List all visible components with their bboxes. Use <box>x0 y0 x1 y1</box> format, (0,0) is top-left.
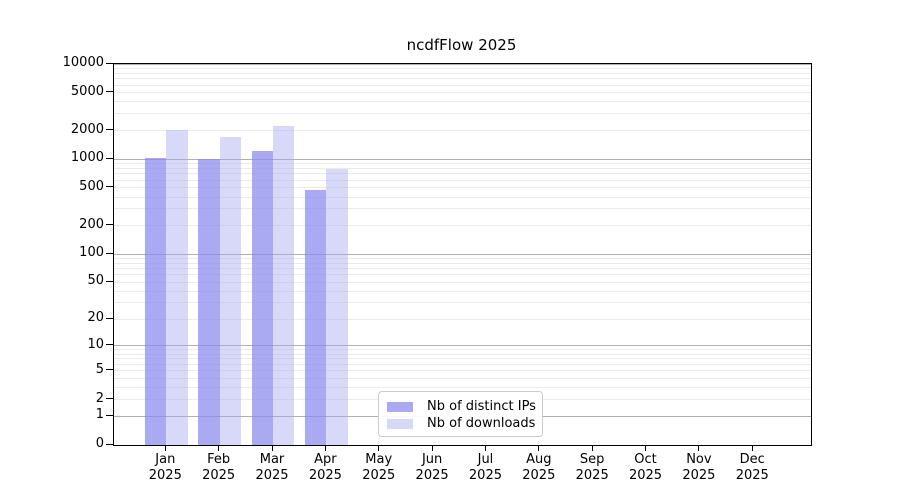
y-tick-label: 10000 <box>62 55 104 70</box>
x-tick-mark <box>431 445 433 451</box>
x-tick-mark <box>324 445 326 451</box>
y-tick-label: 2000 <box>70 121 104 137</box>
y-tick-mark <box>106 186 113 188</box>
legend-label-distinct-ips: Nb of distinct IPs <box>427 399 536 414</box>
bar-apr-downloads <box>326 169 348 445</box>
bar-apr-distinct-ips <box>305 189 327 445</box>
x-tick-mark <box>164 445 166 451</box>
y-tick-label: 0 <box>95 436 104 451</box>
y-tick-mark <box>106 280 113 282</box>
y-tick-mark <box>106 157 113 159</box>
y-tick-mark <box>106 317 113 319</box>
bar-mar-downloads <box>273 125 295 445</box>
y-tick-mark <box>106 252 113 254</box>
bar-feb-distinct-ips <box>198 159 220 445</box>
y-tick-mark <box>106 369 113 371</box>
gridline-minor <box>114 92 811 94</box>
y-tick-label: 500 <box>79 178 104 194</box>
y-tick-label: 5 <box>95 361 104 377</box>
gridline-major <box>114 63 811 65</box>
x-tick-mark <box>484 445 486 451</box>
y-tick-label: 200 <box>79 216 104 232</box>
gridline-minor <box>114 72 811 74</box>
y-tick-mark <box>106 91 113 93</box>
bar-mar-distinct-ips <box>251 150 274 445</box>
x-tick-mark <box>698 445 700 451</box>
x-tick-mark <box>751 445 753 451</box>
bar-jan-distinct-ips <box>145 157 167 445</box>
y-tick-mark <box>106 129 113 131</box>
x-tick-mark <box>645 445 647 451</box>
y-tick-label: 20 <box>87 310 104 326</box>
legend-label-downloads: Nb of downloads <box>427 416 536 431</box>
gridline-minor <box>114 130 811 132</box>
x-tick-mark <box>378 445 380 451</box>
x-tick-label: Dec 2025 <box>735 452 769 483</box>
x-tick-mark <box>538 445 540 451</box>
bar-jan-downloads <box>166 130 188 445</box>
y-tick-mark <box>106 414 113 416</box>
y-tick-label: 1 <box>95 407 104 423</box>
y-tick-mark <box>106 398 113 400</box>
y-tick-label: 1000 <box>70 150 104 166</box>
x-tick-mark <box>271 445 273 451</box>
legend-swatch-distinct-ips <box>387 401 413 412</box>
bar-feb-downloads <box>219 136 241 445</box>
legend-item-distinct-ips: Nb of distinct IPs <box>387 398 536 415</box>
y-tick-label: 2 <box>95 390 104 406</box>
gridline-minor <box>114 101 811 103</box>
gridline-minor <box>114 78 811 80</box>
gridline-minor <box>114 67 811 69</box>
chart-title: ncdfFlow 2025 <box>406 36 517 54</box>
chart-figure: ncdfFlow 2025 10000 5000 2000 1000 500 200 100… <box>0 0 900 500</box>
x-tick-mark <box>218 445 220 451</box>
gridline-minor <box>114 84 811 86</box>
x-tick-mark <box>591 445 593 451</box>
y-tick-label: 100 <box>79 245 104 261</box>
y-tick-label: 10 <box>87 336 104 352</box>
y-tick-label: 5000 <box>70 83 104 99</box>
legend-swatch-downloads <box>387 418 413 429</box>
legend-item-downloads: Nb of downloads <box>387 415 536 432</box>
y-tick-mark <box>106 344 113 346</box>
legend: Nb of distinct IPs Nb of downloads <box>378 391 543 437</box>
y-tick-label: 50 <box>87 273 104 289</box>
plot-area <box>113 63 812 446</box>
y-tick-mark <box>106 62 113 64</box>
y-tick-mark <box>106 224 113 226</box>
y-tick-mark <box>106 443 113 445</box>
gridline-minor <box>114 113 811 115</box>
